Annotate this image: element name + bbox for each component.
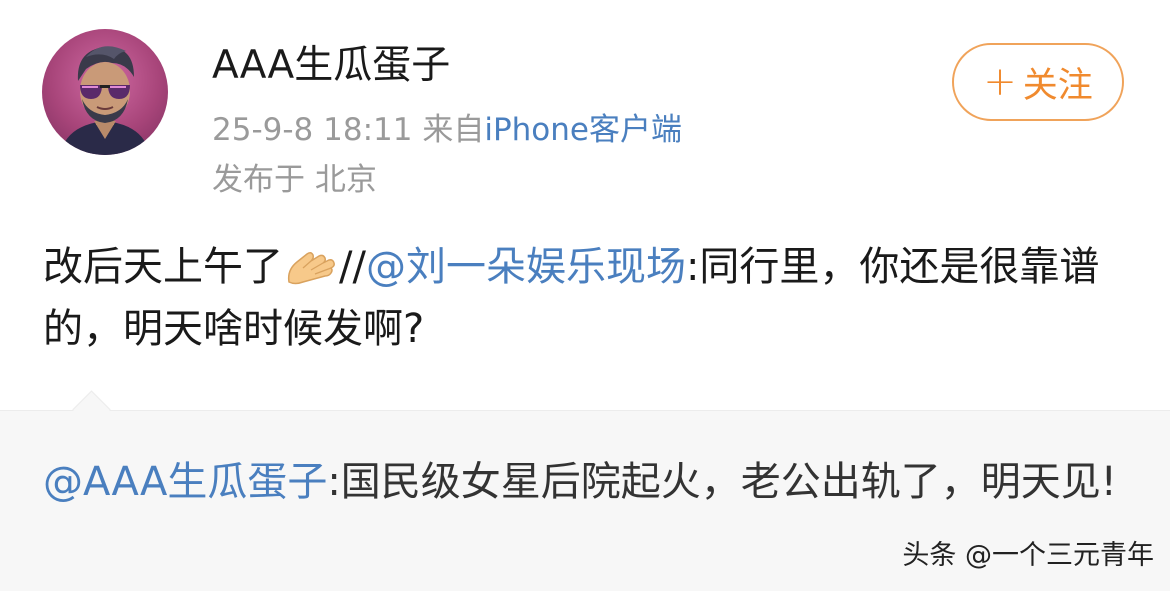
- repost-mention-link[interactable]: @AAA生瓜蛋子: [43, 459, 327, 505]
- username[interactable]: AAA生瓜蛋子: [212, 42, 450, 90]
- follow-label: 关注: [1022, 65, 1093, 106]
- watermark: 头条 @一个三元青年: [902, 540, 1154, 571]
- source-prefix: 来自: [422, 112, 485, 148]
- plus-icon: +: [983, 59, 1017, 105]
- post-location: 发布于 北京: [212, 162, 377, 198]
- avatar-image: [60, 46, 150, 155]
- source-link[interactable]: iPhone客户端: [484, 112, 682, 148]
- pinched-fingers-emoji-icon: [283, 242, 339, 285]
- avatar[interactable]: [42, 29, 168, 155]
- repost-text: :国民级女星后院起火，老公出轨了，明天见!: [327, 459, 1117, 505]
- post-timestamp: 25-9-8 18:11: [212, 112, 413, 148]
- post-body: 改后天上午了 //@刘一朵娱乐现场:同行里，你还是很靠谱的，明天啥时候发啊?: [43, 236, 1133, 360]
- post-text-part1: 改后天上午了: [43, 244, 283, 290]
- follow-button[interactable]: + 关注: [952, 43, 1124, 121]
- repost-body: @AAA生瓜蛋子:国民级女星后院起火，老公出轨了，明天见!: [43, 449, 1123, 515]
- mention-link[interactable]: @刘一朵娱乐现场: [366, 244, 686, 290]
- repost-separator: //: [339, 244, 366, 290]
- post-meta: 25-9-8 18:11 来自iPhone客户端: [212, 110, 682, 150]
